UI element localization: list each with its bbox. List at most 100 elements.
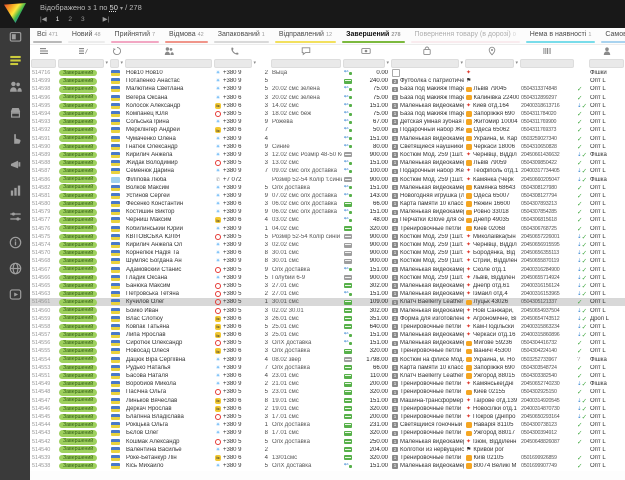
tracking-number[interactable]: 0504308127980	[519, 185, 575, 191]
customer-phone[interactable]: ✳+380 9	[213, 357, 257, 363]
customer-phone[interactable]: ✳+380 9	[213, 78, 257, 84]
delivery-city[interactable]: Запоріжжя 690	[464, 111, 519, 117]
order-row[interactable]: 514591ЗавершенийЧумаченко Олена✳+380 941…	[30, 135, 625, 143]
tracking-number[interactable]: 0504302925150	[519, 389, 575, 395]
order-status[interactable]: Завершений	[57, 438, 109, 445]
customer-phone[interactable]: ✳+380 9	[213, 152, 257, 158]
order-comment[interactable]: 09.02 смс олх доставка	[270, 168, 342, 174]
delivery-city[interactable]: ⚑	[464, 78, 519, 84]
customer-name[interactable]: Пасічна Ольга	[124, 389, 213, 395]
order-product[interactable]: 1Маленькая видеокамера SQ8 *	[390, 308, 464, 314]
customer-phone[interactable]: lc+380 6	[213, 332, 257, 338]
order-comment[interactable]: 30.01 смс	[270, 258, 342, 264]
delivery-city[interactable]: Київ 02105	[464, 455, 519, 461]
filter-input-ttn[interactable]	[520, 59, 574, 68]
customer-name[interactable]: Кирилич Анжела	[124, 152, 213, 158]
filter-input-flag[interactable]	[110, 59, 119, 68]
column-header-n[interactable]	[257, 45, 270, 59]
order-row[interactable]: 514596ЗавершенийВегера Оксана✳+380 6320.…	[30, 94, 625, 102]
customer-phone[interactable]: +380 5	[213, 234, 257, 240]
order-status[interactable]: Завершений	[57, 291, 109, 298]
order-comment[interactable]: Олх доставка	[270, 348, 342, 354]
tracking-number[interactable]: 0504303548724	[519, 365, 575, 371]
tracking-number[interactable]: 0504310650828	[519, 144, 575, 150]
customer-phone[interactable]: lc+380 6	[213, 455, 257, 461]
tab-Всі[interactable]: Всі471	[30, 28, 65, 44]
delivery-city[interactable]: Украина, м. Но	[464, 357, 519, 363]
tab-Повернення товару (в дорозі)[interactable]: Повернення товару (в дорозі)0	[408, 28, 523, 44]
order-status[interactable]: Завершений	[57, 373, 109, 380]
order-row[interactable]: 514538ЗавершенийКісь Михайло✳+380 95ОЛХ …	[30, 462, 625, 470]
order-product[interactable]: 1База под макияж Images 24 Car	[390, 111, 464, 117]
customer-phone[interactable]: lc+380 6	[213, 316, 257, 322]
order-status[interactable]: Завершений	[57, 324, 109, 331]
delivery-city[interactable]: Нежин 16600	[464, 201, 519, 207]
sidebar-item-info[interactable]	[0, 232, 30, 258]
per-page-dropdown[interactable]: 50	[110, 3, 118, 12]
order-row[interactable]: 514577ЗавершенийЧерниш Максимlc+380 6403…	[30, 216, 625, 224]
delivery-city[interactable]: Одеса 65062	[464, 127, 519, 133]
delivery-city[interactable]: Житомир 10004	[464, 119, 519, 125]
order-product[interactable]: 1Светящийся гоночный трек Ma	[390, 422, 464, 428]
delivery-city[interactable]: Запоріжжя 690	[464, 365, 519, 371]
customer-phone[interactable]: ✳+380 9	[213, 463, 257, 469]
order-product[interactable]: 1Костюм Мод. 259 (1шт. х 900.00	[390, 177, 464, 183]
order-status[interactable]: Завершений	[57, 119, 109, 126]
sidebar-item-crm-hand[interactable]	[0, 128, 30, 154]
order-product[interactable]: 1Маленькая видеокамера SQ8 *	[390, 332, 464, 338]
order-product[interactable]: 2Колготки из нервущейся ткани	[390, 447, 464, 453]
customer-phone[interactable]: ✳+380 9	[213, 430, 257, 436]
order-comment[interactable]: Олх доставка	[270, 439, 342, 445]
column-header-comment[interactable]	[270, 45, 342, 59]
page-number-1[interactable]: 1	[56, 16, 60, 23]
customer-name[interactable]: Банюка Максим	[124, 283, 213, 289]
customer-phone[interactable]: ✳+380 9	[213, 119, 257, 125]
customer-phone[interactable]: ✳+380 9	[213, 365, 257, 371]
order-comment[interactable]: 02.02 смс	[270, 242, 342, 248]
tracking-number[interactable]: 0504311769373	[519, 127, 575, 133]
order-comment[interactable]: 06.02 смс олх доставка	[270, 201, 342, 207]
order-product[interactable]	[390, 69, 464, 77]
tracking-number[interactable]: 0504311769900	[519, 119, 575, 125]
tracking-number[interactable]: 0504305121337	[519, 299, 575, 305]
delivery-city[interactable]: ✦Чернівці, Відділ	[464, 242, 519, 248]
column-header-flag[interactable]	[109, 45, 124, 59]
order-status[interactable]: Завершений	[57, 307, 109, 314]
order-comment[interactable]: 25.01 смс	[270, 324, 342, 330]
customer-name[interactable]: Деркач Ярослав	[124, 406, 213, 412]
customer-phone[interactable]: +380 5	[213, 439, 257, 445]
tracking-number[interactable]: 20400315863234	[519, 324, 575, 330]
customer-name[interactable]: Черниш Максим	[124, 217, 213, 223]
delivery-city[interactable]: ✦Миколаївка(Бін	[464, 234, 519, 240]
filter-caret-icon[interactable]: ▾	[253, 60, 256, 67]
delivery-city[interactable]: ✦Стрий, Відділен	[464, 258, 519, 264]
last-page-icon[interactable]: ▶|	[103, 15, 110, 23]
tracking-number[interactable]: 0504306815618	[519, 217, 575, 223]
delivery-city[interactable]: ✦Бородянка, Від	[464, 250, 519, 256]
order-status[interactable]: Завершений	[57, 315, 109, 322]
order-product[interactable]: 1Костюм Мод. 259 (1шт. х 900.00	[390, 250, 464, 256]
tracking-number[interactable]: 20400316284900	[519, 267, 575, 273]
delivery-city[interactable]: 80074 Великі М	[464, 463, 519, 469]
delivery-city[interactable]: ✦Черкаси отд.16	[464, 332, 519, 338]
customer-name[interactable]: Липа Ярослав	[124, 332, 213, 338]
column-header-product[interactable]	[390, 45, 464, 59]
delivery-city[interactable]: Львів 79045	[464, 86, 519, 92]
order-product[interactable]: 1Маленькая видеокамера SQ8 *	[390, 463, 464, 469]
filter-caret-icon[interactable]: ▾	[105, 60, 108, 67]
sidebar-item-clients[interactable]	[0, 76, 30, 102]
order-product[interactable]: 1Детская умная зубная щетка на	[390, 119, 464, 125]
customer-name[interactable]: Кісь Михайло	[124, 463, 213, 469]
order-status[interactable]: Завершений	[57, 258, 109, 265]
customer-name[interactable]: Линьков Вячеслав	[124, 398, 213, 404]
order-product[interactable]: 1Тренировочные петли TRX Train	[390, 406, 464, 412]
tab-Самовивіз[interactable]: Самовивіз2	[598, 28, 625, 44]
order-comment[interactable]: 20.02 смс зелена	[270, 95, 342, 101]
order-status[interactable]: Завершений	[57, 275, 109, 282]
sidebar-item-video-help[interactable]	[0, 284, 30, 310]
sidebar-item-marketing[interactable]	[0, 154, 30, 180]
customer-name[interactable]: Гладик Оксана	[124, 275, 213, 281]
order-row[interactable]: 514561ЗавершенийКучилов Олег+380 5130.01…	[30, 298, 625, 306]
customer-phone[interactable]: ✳+380 6	[213, 373, 257, 379]
delivery-city[interactable]: ✦Нові Санжари,	[464, 308, 519, 314]
